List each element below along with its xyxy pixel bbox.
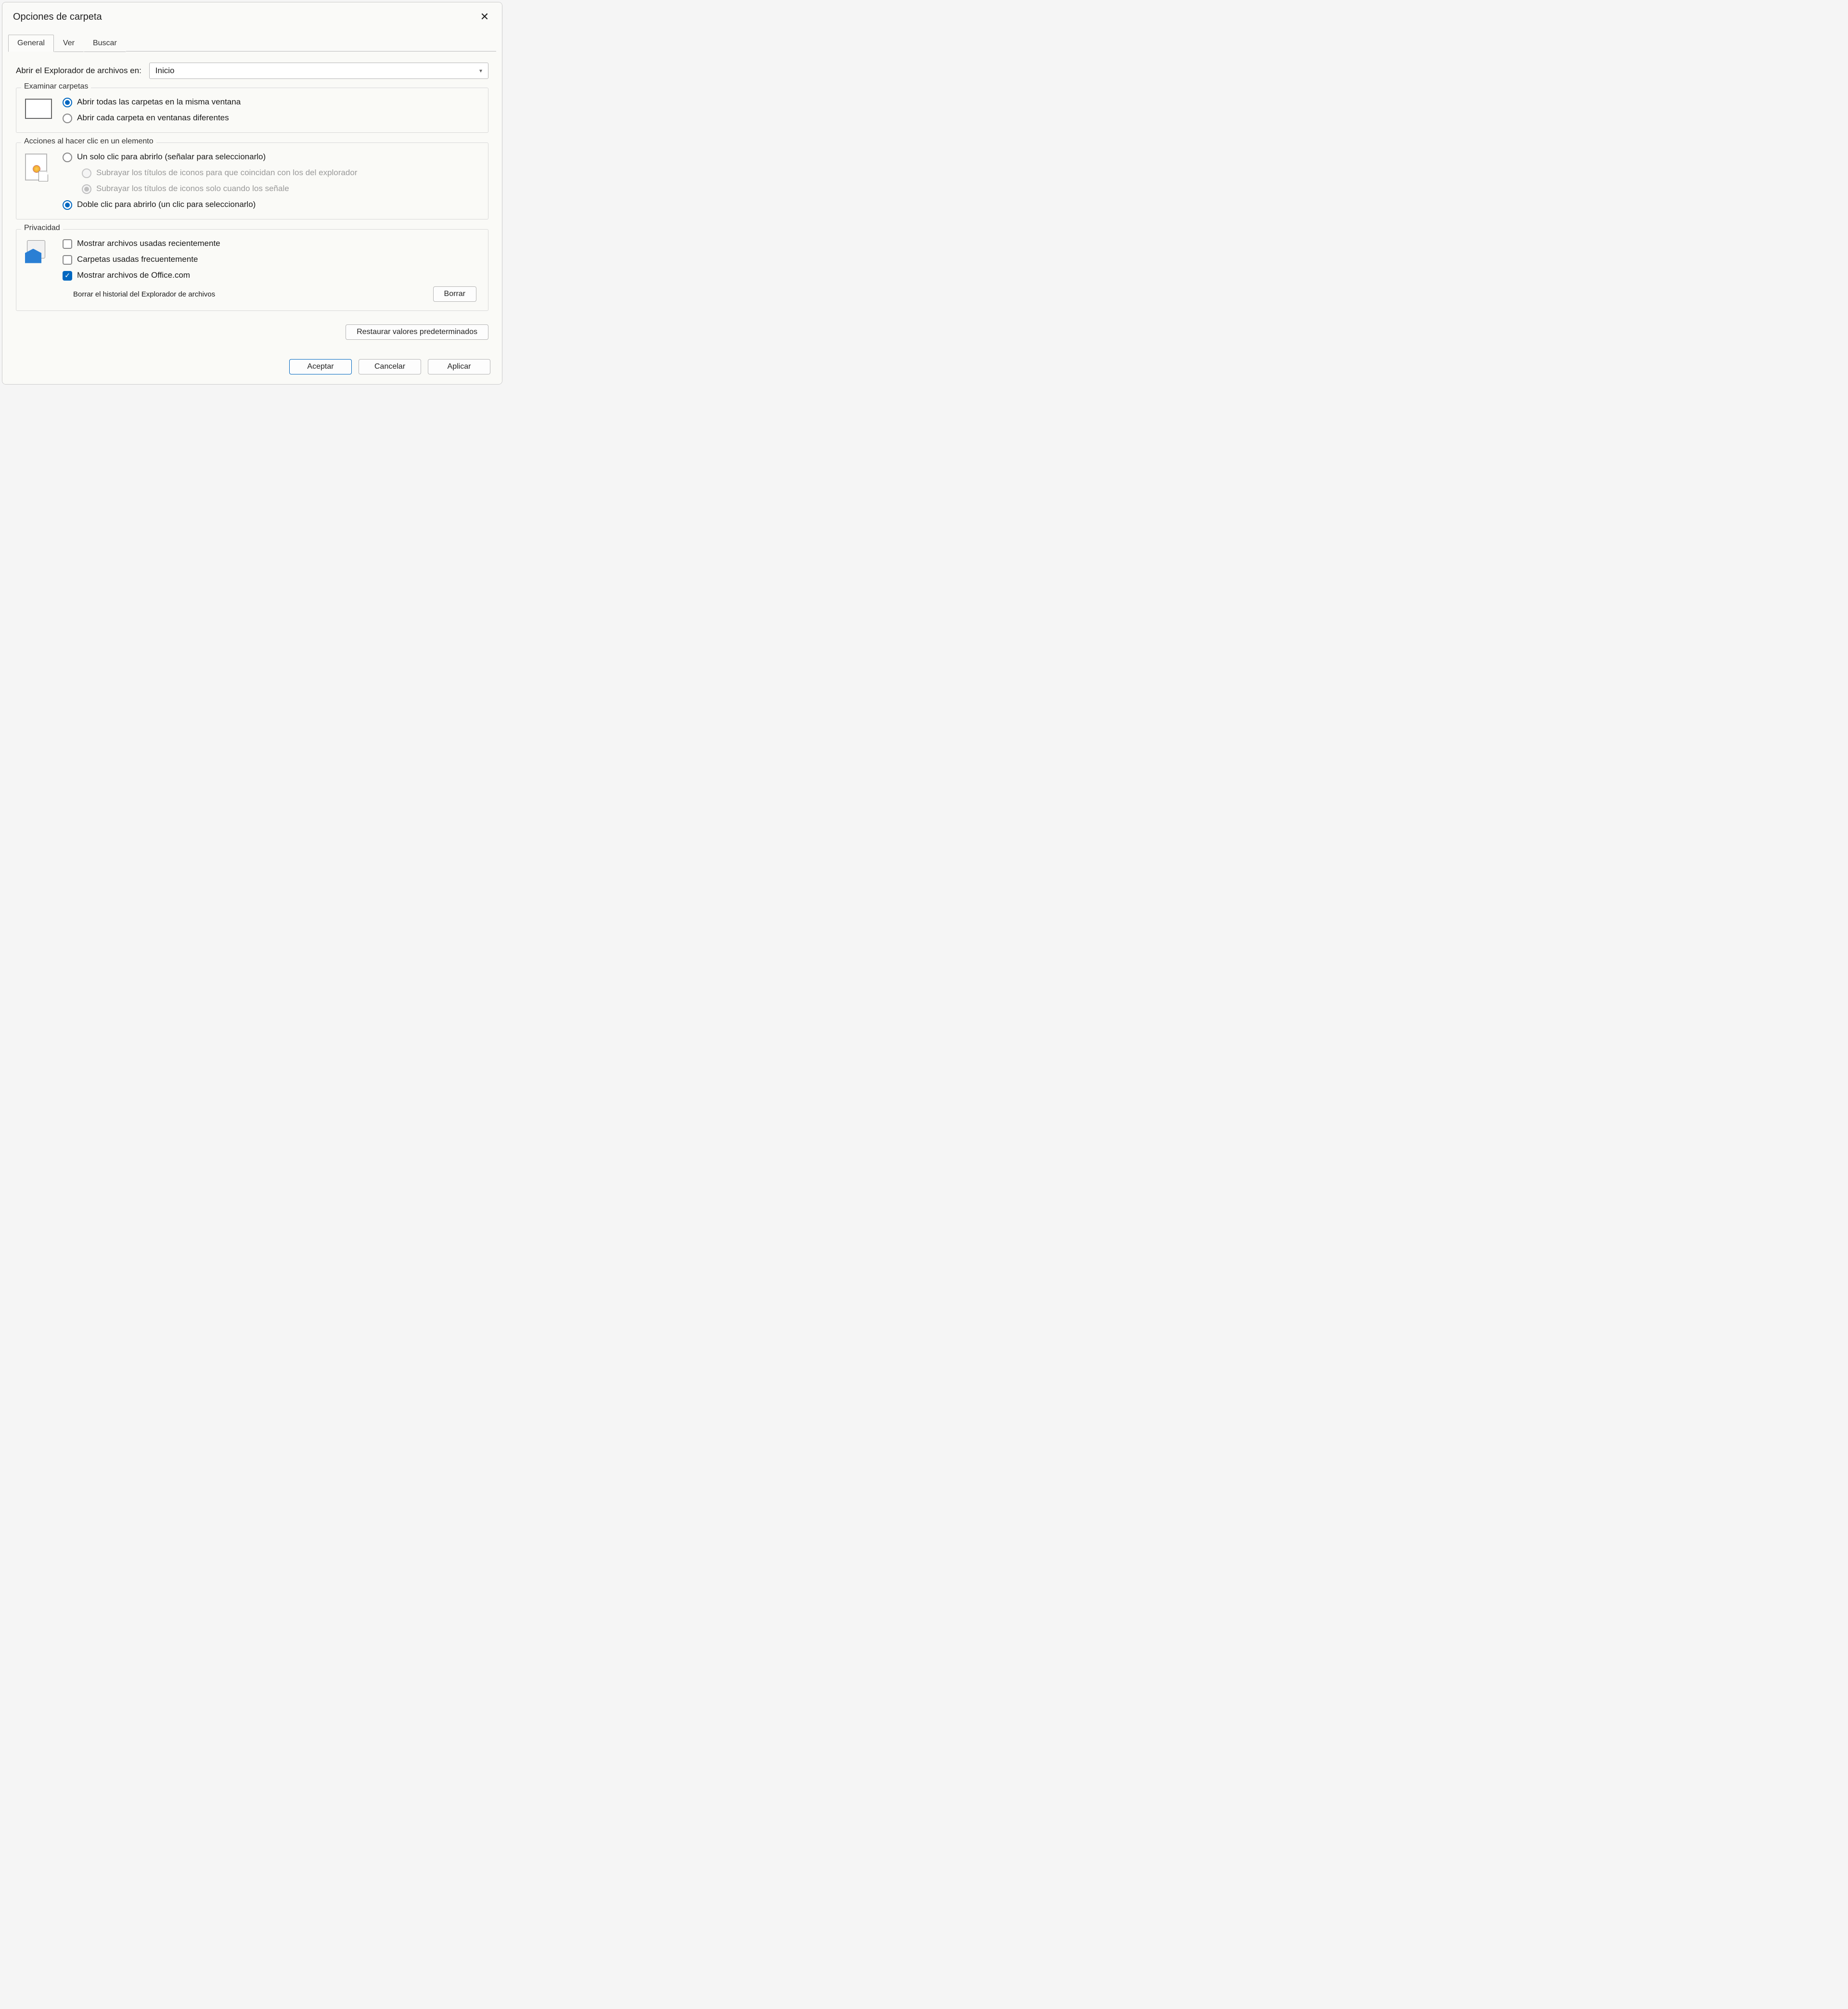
folder-icon	[25, 97, 54, 119]
radio-icon	[82, 168, 91, 178]
open-explorer-label: Abrir el Explorador de archivos en:	[16, 66, 141, 76]
radio-icon	[63, 200, 72, 210]
radio-different-window[interactable]: Abrir cada carpeta en ventanas diferente…	[63, 113, 479, 124]
radio-underline-point: Subrayar los títulos de iconos solo cuan…	[63, 183, 479, 194]
open-explorer-value: Inicio	[155, 66, 175, 76]
restore-defaults-button[interactable]: Restaurar valores predeterminados	[346, 324, 488, 340]
open-explorer-row: Abrir el Explorador de archivos en: Inic…	[16, 63, 488, 79]
checkbox-frequent-folders[interactable]: Carpetas usadas frecuentemente	[63, 254, 479, 265]
click-legend: Acciones al hacer clic en un elemento	[21, 137, 156, 146]
tab-general[interactable]: General	[8, 35, 54, 52]
radio-icon	[63, 114, 72, 123]
group-privacy: Privacidad Mostrar archivos usadas recie…	[16, 229, 488, 311]
browse-legend: Examinar carpetas	[21, 82, 91, 91]
group-click-items: Acciones al hacer clic en un elemento Un…	[16, 142, 488, 219]
radio-single-click[interactable]: Un solo clic para abrirlo (señalar para …	[63, 152, 479, 163]
apply-button[interactable]: Aplicar	[428, 359, 490, 374]
cancel-button[interactable]: Cancelar	[359, 359, 421, 374]
checkbox-recent-files[interactable]: Mostrar archivos usadas recientemente	[63, 238, 479, 249]
group-browse-folders: Examinar carpetas Abrir todas las carpet…	[16, 88, 488, 133]
checkbox-icon: ✓	[63, 271, 72, 281]
ok-button[interactable]: Aceptar	[289, 359, 352, 374]
dialog-title: Opciones de carpeta	[13, 12, 102, 23]
privacy-icon	[25, 238, 54, 263]
tab-panel-general: Abrir el Explorador de archivos en: Inic…	[2, 52, 502, 353]
dialog-footer: Aceptar Cancelar Aplicar	[2, 353, 502, 384]
tab-view[interactable]: Ver	[54, 35, 84, 52]
radio-double-click[interactable]: Doble clic para abrirlo (un clic para se…	[63, 199, 479, 210]
clear-button[interactable]: Borrar	[433, 286, 476, 302]
open-explorer-select[interactable]: Inicio ▾	[149, 63, 488, 79]
titlebar: Opciones de carpeta ✕	[2, 2, 502, 29]
tab-search[interactable]: Buscar	[84, 35, 126, 52]
privacy-legend: Privacidad	[21, 224, 63, 232]
checkbox-office-files[interactable]: ✓ Mostrar archivos de Office.com	[63, 270, 479, 281]
radio-same-window[interactable]: Abrir todas las carpetas en la misma ven…	[63, 97, 479, 108]
radio-icon	[63, 98, 72, 107]
close-icon[interactable]: ✕	[478, 10, 491, 24]
document-click-icon	[25, 152, 54, 180]
checkbox-icon	[63, 255, 72, 265]
radio-icon	[63, 153, 72, 162]
chevron-down-icon: ▾	[479, 67, 482, 74]
clear-history-label: Borrar el historial del Explorador de ar…	[73, 290, 215, 298]
radio-underline-browser: Subrayar los títulos de iconos para que …	[63, 167, 479, 179]
tabs: General Ver Buscar	[2, 34, 502, 52]
folder-options-dialog: Opciones de carpeta ✕ General Ver Buscar…	[2, 2, 502, 385]
radio-icon	[82, 184, 91, 194]
checkbox-icon	[63, 239, 72, 249]
